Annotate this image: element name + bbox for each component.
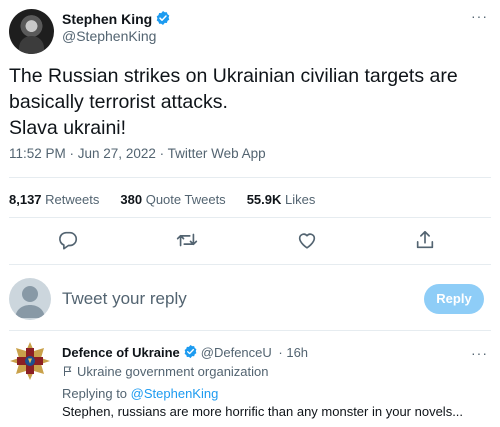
default-avatar-icon [15,286,45,318]
reply-author-row: Defence of Ukraine @DefenceU · 16h [62,344,308,360]
tweet-text-line: The Russian strikes on Ukrainian civilia… [9,65,458,87]
tweet-timestamp[interactable]: 11:52 PM · Jun 27, 2022 · Twitter Web Ap… [9,146,266,161]
org-label-row: Ukraine government organization [62,364,269,379]
likes-label: Likes [285,192,316,207]
reply-text: Stephen, russians are more horrific than… [62,404,464,419]
reply-time[interactable]: · 16h [278,345,308,360]
divider [9,330,491,331]
user-avatar[interactable] [9,278,51,320]
verified-badge-icon [184,344,197,359]
replying-to-row: Replying to @StephenKing [62,386,218,401]
likes-count: 55.9K [246,192,282,207]
flag-icon [64,366,72,376]
retweets-count: 8,137 [9,192,42,207]
retweets-label: Retweets [45,192,100,207]
quote-tweets-count: 380 [120,192,143,207]
author-name[interactable]: Stephen King [62,11,152,27]
org-label: Ukraine government organization [77,364,269,379]
likes-stat[interactable]: 55.9K Likes [247,192,316,207]
tweet-text: The Russian strikes on Ukrainian civilia… [9,63,489,141]
divider [9,177,491,178]
quote-tweets-label: Quote Tweets [145,192,226,207]
reply-author-handle[interactable]: @DefenceU [201,345,272,360]
divider [9,217,491,218]
quote-tweets-stat[interactable]: 380 Quote Tweets [120,192,225,207]
verified-badge-icon [156,11,170,25]
author-handle[interactable]: @StephenKing [62,28,156,44]
like-icon[interactable] [296,229,318,251]
divider [9,264,491,265]
author-name-row[interactable]: Stephen King [62,10,171,27]
author-avatar[interactable] [9,9,54,54]
reply-author-name[interactable]: Defence of Ukraine [62,345,180,360]
reply-button[interactable]: Reply [424,284,484,314]
share-icon[interactable] [414,229,436,251]
retweets-stat[interactable]: 8,137 Retweets [9,192,99,207]
defence-ukraine-avatar[interactable] [9,340,51,382]
reply-more-options-icon[interactable]: ··· [471,345,488,361]
retweet-icon[interactable] [176,229,198,251]
reply-icon[interactable] [57,229,79,251]
reply-input[interactable]: Tweet your reply [62,289,187,309]
more-options-icon[interactable]: ··· [471,8,488,24]
replying-to-prefix: Replying to [62,386,128,401]
tweet-text-line: Slava ukraini! [9,117,127,139]
tweet-stats: 8,137 Retweets 380 Quote Tweets 55.9K Li… [9,192,315,207]
replying-to-link[interactable]: @StephenKing [131,386,219,401]
tweet-text-line: basically terrorist attacks. [9,91,228,113]
action-bar [9,225,491,255]
